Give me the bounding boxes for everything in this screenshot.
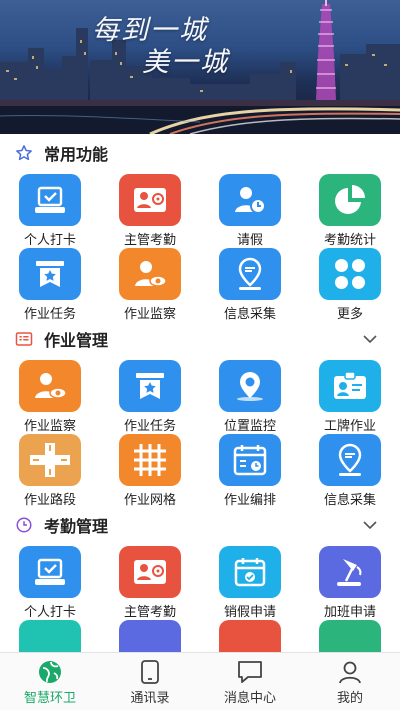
section-title: 作业管理	[44, 331, 109, 350]
punch-in-icon	[19, 546, 81, 598]
grid-item-label: 信息采集	[223, 307, 276, 322]
location-monitor-icon	[219, 360, 281, 412]
chevron-down-icon[interactable]	[362, 517, 378, 533]
grid-item-label: 作业网格	[123, 493, 176, 508]
clock-outline-icon	[14, 515, 34, 535]
leave-request-icon	[219, 174, 281, 226]
grid-item-punch-in[interactable]: 个人打卡	[0, 174, 100, 248]
grid-item-label: 工牌作业	[323, 419, 376, 434]
grid-item-work-grid[interactable]: 作业网格	[100, 434, 200, 508]
tab-contacts[interactable]: 通讯录	[100, 653, 200, 710]
grid-item-road-section[interactable]: 作业路段	[0, 434, 100, 508]
grid-item-info-collect[interactable]: 信息采集	[300, 434, 400, 508]
tab-label: 通讯录	[130, 691, 170, 706]
grid-item-label: 信息采集	[323, 493, 376, 508]
bottom-tab-bar: 智慧环卫 通讯录 消息中心 我的	[0, 652, 400, 710]
grid-item-label: 个人打卡	[23, 605, 76, 620]
grid-item-more[interactable]: 更多	[300, 248, 400, 322]
task-flag-icon	[119, 360, 181, 412]
grid-item-label: 加班申请	[323, 605, 376, 620]
grid-area-icon	[119, 434, 181, 486]
schedule-icon	[219, 434, 281, 486]
app-screen: 每到一城 美一城 常用功能 个人打卡 主管考勤 请假 考勤统计 作业任务 作业监…	[0, 0, 400, 710]
grid-item-label: 作业路段	[23, 493, 76, 508]
grid-item-cancel-leave[interactable]: 销假申请	[200, 546, 300, 620]
grid-item-label: 作业任务	[123, 419, 176, 434]
task-flag-icon	[19, 248, 81, 300]
grid-item-label: 主管考勤	[123, 605, 176, 620]
tab-mine[interactable]: 我的	[300, 653, 400, 710]
grid-item-work-schedule[interactable]: 作业编排	[200, 434, 300, 508]
grid-item-label: 作业监察	[23, 419, 76, 434]
supervisor-attendance-icon	[119, 546, 181, 598]
road-section-icon	[19, 434, 81, 486]
grid-item-leave[interactable]: 请假	[200, 174, 300, 248]
star-outline-icon	[14, 143, 34, 163]
grid-item-label: 销假申请	[223, 605, 276, 620]
section-title: 常用功能	[44, 145, 109, 164]
grid-item-label: 个人打卡	[23, 233, 76, 248]
list-card-icon	[14, 329, 34, 349]
tab-message-center[interactable]: 消息中心	[200, 653, 300, 710]
user-profile-icon	[336, 659, 364, 685]
section-header-attendance-management[interactable]: 考勤管理	[0, 508, 400, 542]
city-banner[interactable]: 每到一城 美一城	[0, 0, 400, 134]
banner-slogan-line2: 美一城	[142, 47, 229, 78]
phone-book-icon	[136, 659, 164, 685]
pie-chart-icon	[319, 174, 381, 226]
tab-label: 智慧环卫	[23, 691, 76, 706]
grid-item-label: 考勤统计	[323, 233, 376, 248]
section-header-work-management[interactable]: 作业管理	[0, 322, 400, 356]
grid-item-info-collect[interactable]: 信息采集	[200, 248, 300, 322]
grid-item-punch-in[interactable]: 个人打卡	[0, 546, 100, 620]
grid-item-attendance-stats[interactable]: 考勤统计	[300, 174, 400, 248]
info-collect-icon	[319, 434, 381, 486]
info-collect-icon	[219, 248, 281, 300]
chevron-down-icon[interactable]	[362, 331, 378, 347]
overtime-lamp-icon	[319, 546, 381, 598]
section-title: 考勤管理	[44, 517, 109, 536]
inspection-icon	[19, 360, 81, 412]
section-header-common: 常用功能	[0, 136, 400, 170]
message-bubble-icon	[236, 659, 264, 685]
grid-item-overtime[interactable]: 加班申请	[300, 546, 400, 620]
earth-leaf-icon	[36, 659, 64, 685]
grid-item-supervisor-attendance[interactable]: 主管考勤	[100, 174, 200, 248]
grid-item-work-inspection[interactable]: 作业监察	[100, 248, 200, 322]
grid-item-label: 主管考勤	[123, 233, 176, 248]
grid-item-work-inspection[interactable]: 作业监察	[0, 360, 100, 434]
tab-label: 我的	[336, 691, 363, 706]
grid-item-label: 作业任务	[23, 307, 76, 322]
cancel-leave-icon	[219, 546, 281, 598]
inspection-icon	[119, 248, 181, 300]
supervisor-attendance-icon	[119, 174, 181, 226]
grid-item-label: 请假	[236, 233, 263, 248]
punch-in-icon	[19, 174, 81, 226]
grid-item-work-task[interactable]: 作业任务	[100, 360, 200, 434]
grid-item-label: 作业监察	[123, 307, 176, 322]
grid-item-label: 更多	[336, 307, 363, 322]
tab-label: 消息中心	[223, 691, 276, 706]
more-grid-icon	[319, 248, 381, 300]
grid-item-location-monitor[interactable]: 位置监控	[200, 360, 300, 434]
grid-item-work-task[interactable]: 作业任务	[0, 248, 100, 322]
grid-item-label: 位置监控	[223, 419, 276, 434]
grid-item-supervisor-attendance[interactable]: 主管考勤	[100, 546, 200, 620]
grid-item-label: 作业编排	[223, 493, 276, 508]
badge-icon	[319, 360, 381, 412]
grid-item-badge-work[interactable]: 工牌作业	[300, 360, 400, 434]
tab-smart-sanitation[interactable]: 智慧环卫	[0, 653, 100, 710]
